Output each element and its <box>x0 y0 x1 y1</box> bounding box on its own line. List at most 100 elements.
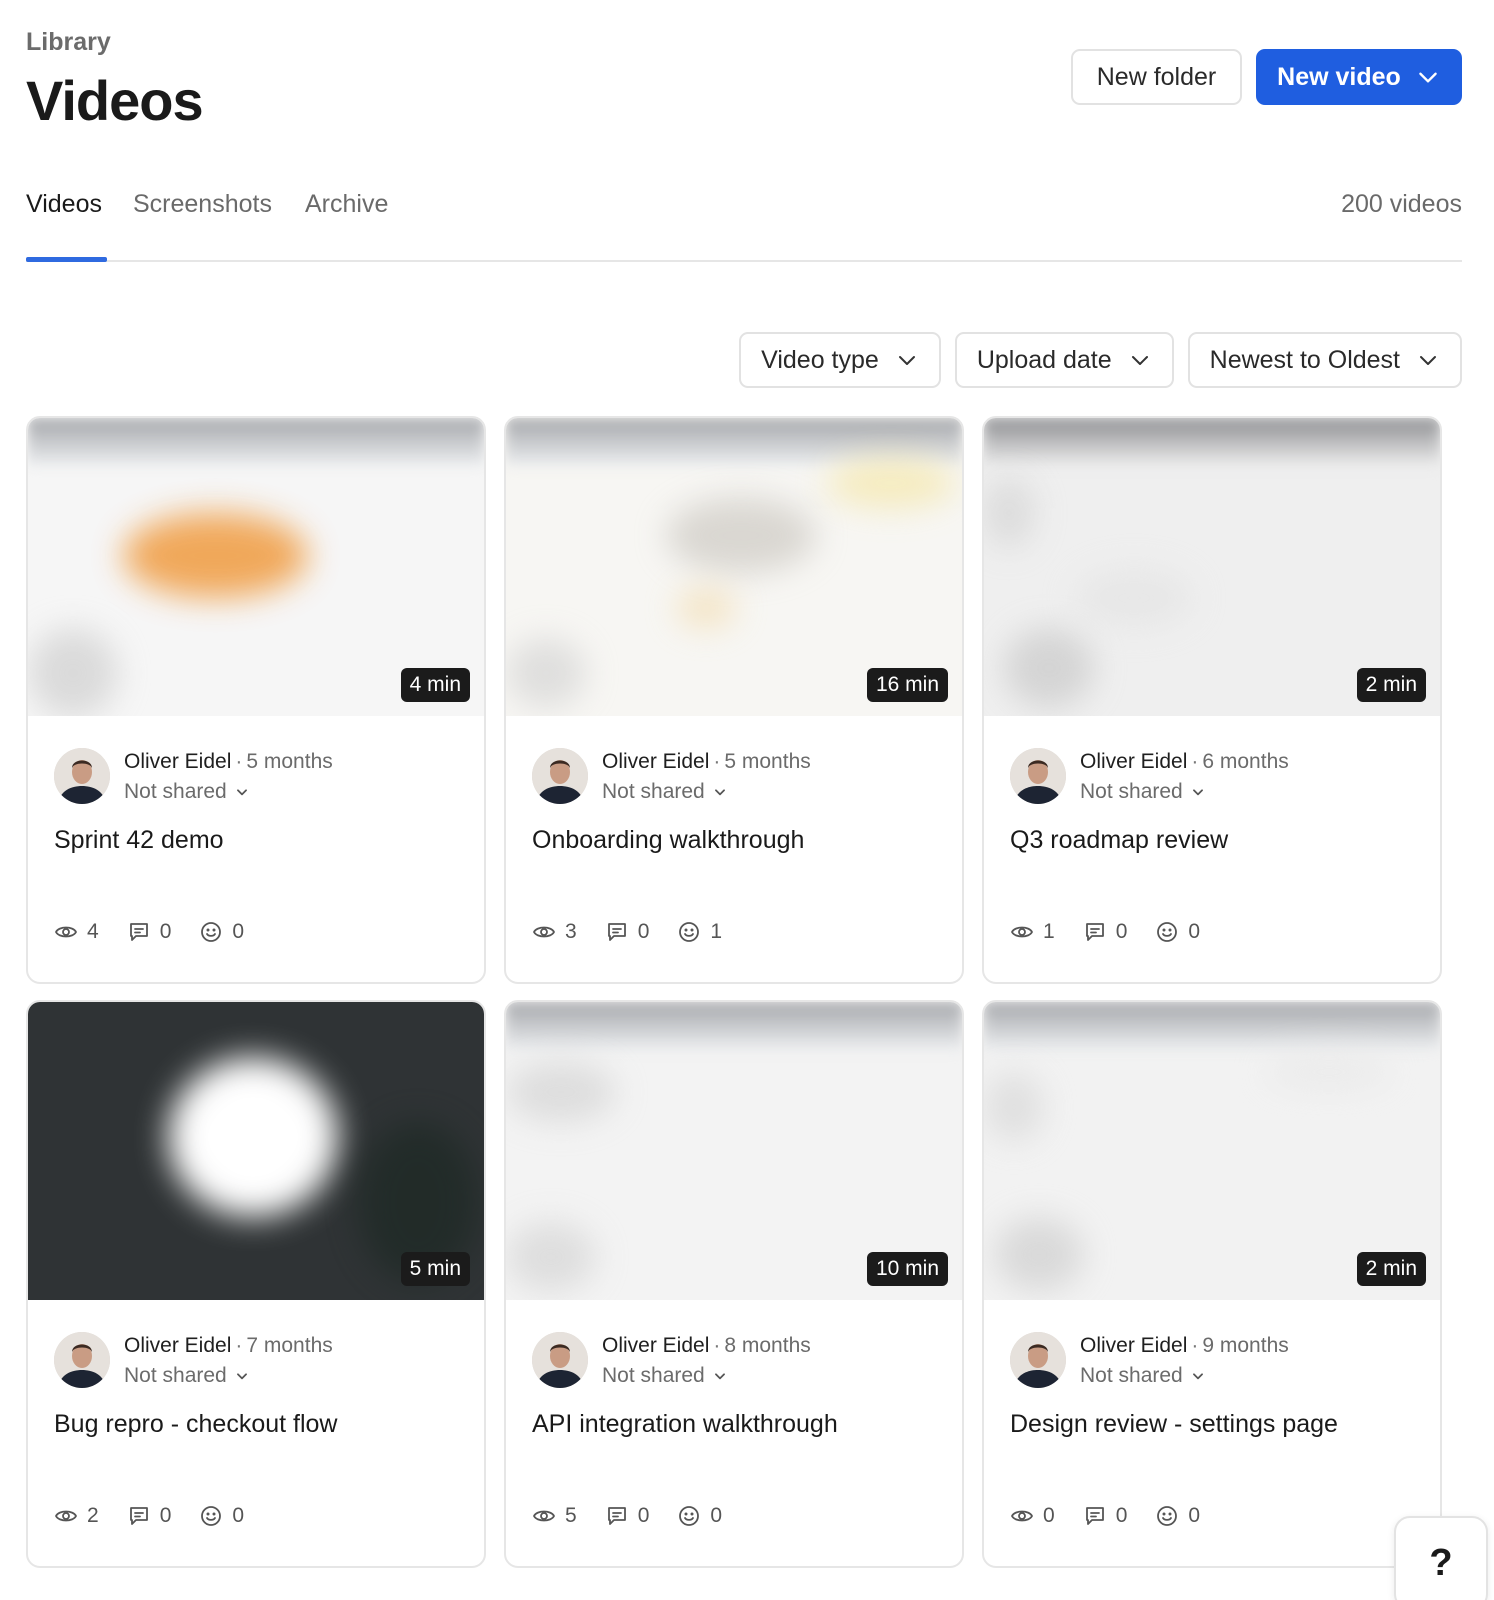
separator-dot: · <box>1191 1334 1199 1357</box>
help-button[interactable]: ? <box>1394 1516 1488 1600</box>
smiley-icon <box>1155 1504 1179 1528</box>
chevron-down-icon <box>713 785 727 799</box>
chevron-down-icon <box>1191 1369 1205 1383</box>
eye-icon <box>532 920 556 944</box>
reactions-stat: 0 <box>199 1504 244 1528</box>
video-card[interactable]: 10 min Oliver Eidel · 8 months Not shared … <box>504 1000 964 1568</box>
separator-dot: · <box>713 750 721 773</box>
sharing-status: Not shared <box>124 1364 227 1387</box>
smiley-icon <box>677 1504 701 1528</box>
sharing-status: Not shared <box>602 780 705 803</box>
avatar <box>54 1332 110 1388</box>
comment-icon <box>605 1504 629 1528</box>
reactions-count: 0 <box>710 1504 723 1527</box>
video-title[interactable]: Design review - settings page <box>1010 1410 1338 1439</box>
upload-age: 5 months <box>724 750 811 773</box>
upload-age: 7 months <box>246 1334 333 1357</box>
sharing-dropdown[interactable]: Not shared <box>602 780 727 804</box>
video-title[interactable]: API integration walkthrough <box>532 1410 838 1439</box>
video-card[interactable]: 2 min Oliver Eidel · 6 months Not shared Q… <box>982 416 1442 984</box>
reactions-stat: 0 <box>1155 920 1200 944</box>
comment-icon <box>127 920 151 944</box>
video-thumbnail[interactable]: 4 min <box>28 418 484 716</box>
reactions-count: 0 <box>232 1504 245 1527</box>
video-thumbnail[interactable]: 2 min <box>984 1002 1440 1300</box>
duration-badge: 2 min <box>1356 668 1426 702</box>
comments-stat: 0 <box>127 1504 171 1528</box>
video-thumbnail[interactable]: 10 min <box>506 1002 962 1300</box>
eye-icon <box>1010 1504 1034 1528</box>
video-card[interactable]: 4 min Oliver Eidel · 5 months Not shared S… <box>26 416 486 984</box>
eye-icon <box>54 920 78 944</box>
video-stats: 3 0 1 <box>532 920 722 944</box>
video-title[interactable]: Q3 roadmap review <box>1010 826 1228 855</box>
upload-age: 9 months <box>1202 1334 1289 1357</box>
separator-dot: · <box>1191 750 1199 773</box>
video-thumbnail[interactable]: 5 min <box>28 1002 484 1300</box>
sharing-status: Not shared <box>602 1364 705 1387</box>
author-name: Oliver Eidel <box>124 750 232 773</box>
author-name: Oliver Eidel <box>602 1334 710 1357</box>
video-card[interactable]: 16 min Oliver Eidel · 5 months Not shared … <box>504 416 964 984</box>
sharing-dropdown[interactable]: Not shared <box>124 1364 249 1388</box>
new-folder-button[interactable]: New folder <box>1071 49 1242 105</box>
tab-videos-label: Videos <box>26 190 102 218</box>
views-count: 3 <box>565 920 577 943</box>
video-stats: 4 0 0 <box>54 920 244 944</box>
comments-stat: 0 <box>1083 920 1127 944</box>
reactions-stat: 0 <box>677 1504 722 1528</box>
reactions-stat: 1 <box>677 920 722 944</box>
reactions-count: 1 <box>710 920 723 943</box>
video-type-filter[interactable]: Video type <box>739 332 941 388</box>
video-thumbnail[interactable]: 16 min <box>506 418 962 716</box>
comment-icon <box>1083 920 1107 944</box>
chevron-down-icon <box>235 1369 249 1383</box>
comments-stat: 0 <box>1083 1504 1128 1528</box>
video-card[interactable]: 5 min Oliver Eidel · 7 months Not shared B… <box>26 1000 486 1568</box>
smiley-icon <box>199 920 223 944</box>
tab-bar: Videos Screenshots Archive 200 videos <box>26 182 1462 262</box>
video-meta: Oliver Eidel · 5 months Not shared <box>54 748 474 808</box>
video-meta: Oliver Eidel · 8 months Not shared <box>532 1332 952 1392</box>
new-video-button[interactable]: New video <box>1256 49 1462 105</box>
breadcrumb[interactable]: Library <box>26 28 111 57</box>
sharing-dropdown[interactable]: Not shared <box>1080 780 1205 804</box>
video-stats: 5 0 0 <box>532 1504 722 1528</box>
page-title: Videos <box>26 69 204 132</box>
views-stat: 1 <box>1010 920 1055 944</box>
reactions-count: 0 <box>232 920 245 943</box>
active-tab-indicator <box>26 257 107 262</box>
eye-icon <box>532 1504 556 1528</box>
eye-icon <box>54 1504 78 1528</box>
author-line: Oliver Eidel · 9 months <box>1080 1334 1289 1358</box>
separator-dot: · <box>235 750 243 773</box>
tab-screenshots[interactable]: Screenshots <box>133 190 272 219</box>
comment-icon <box>1083 1504 1107 1528</box>
upload-date-filter-label: Upload date <box>976 345 1112 374</box>
duration-badge: 4 min <box>400 668 470 702</box>
sharing-status: Not shared <box>1080 780 1183 803</box>
tab-archive[interactable]: Archive <box>305 190 388 219</box>
separator-dot: · <box>235 1334 243 1357</box>
upload-date-filter[interactable]: Upload date <box>954 332 1174 388</box>
reactions-stat: 0 <box>199 920 244 944</box>
sharing-dropdown[interactable]: Not shared <box>124 780 249 804</box>
duration-badge: 10 min <box>866 1252 948 1286</box>
filter-bar: Video type Upload date Newest to Oldest <box>739 332 1462 388</box>
reactions-count: 0 <box>1188 1504 1201 1527</box>
sharing-dropdown[interactable]: Not shared <box>1080 1364 1205 1388</box>
video-stats: 2 0 0 <box>54 1504 244 1528</box>
sort-order-select[interactable]: Newest to Oldest <box>1187 332 1462 388</box>
video-title[interactable]: Onboarding walkthrough <box>532 826 804 855</box>
sharing-dropdown[interactable]: Not shared <box>602 1364 727 1388</box>
video-title[interactable]: Sprint 42 demo <box>54 826 224 855</box>
chevron-down-icon <box>235 785 249 799</box>
tab-videos[interactable]: Videos <box>26 190 102 219</box>
video-card[interactable]: 2 min Oliver Eidel · 9 months Not shared D… <box>982 1000 1442 1568</box>
views-count: 0 <box>1043 1504 1055 1527</box>
upload-age: 6 months <box>1202 750 1289 773</box>
video-title[interactable]: Bug repro - checkout flow <box>54 1410 337 1439</box>
comments-stat: 0 <box>127 920 171 944</box>
video-thumbnail[interactable]: 2 min <box>984 418 1440 716</box>
comments-count: 0 <box>1115 1504 1128 1527</box>
